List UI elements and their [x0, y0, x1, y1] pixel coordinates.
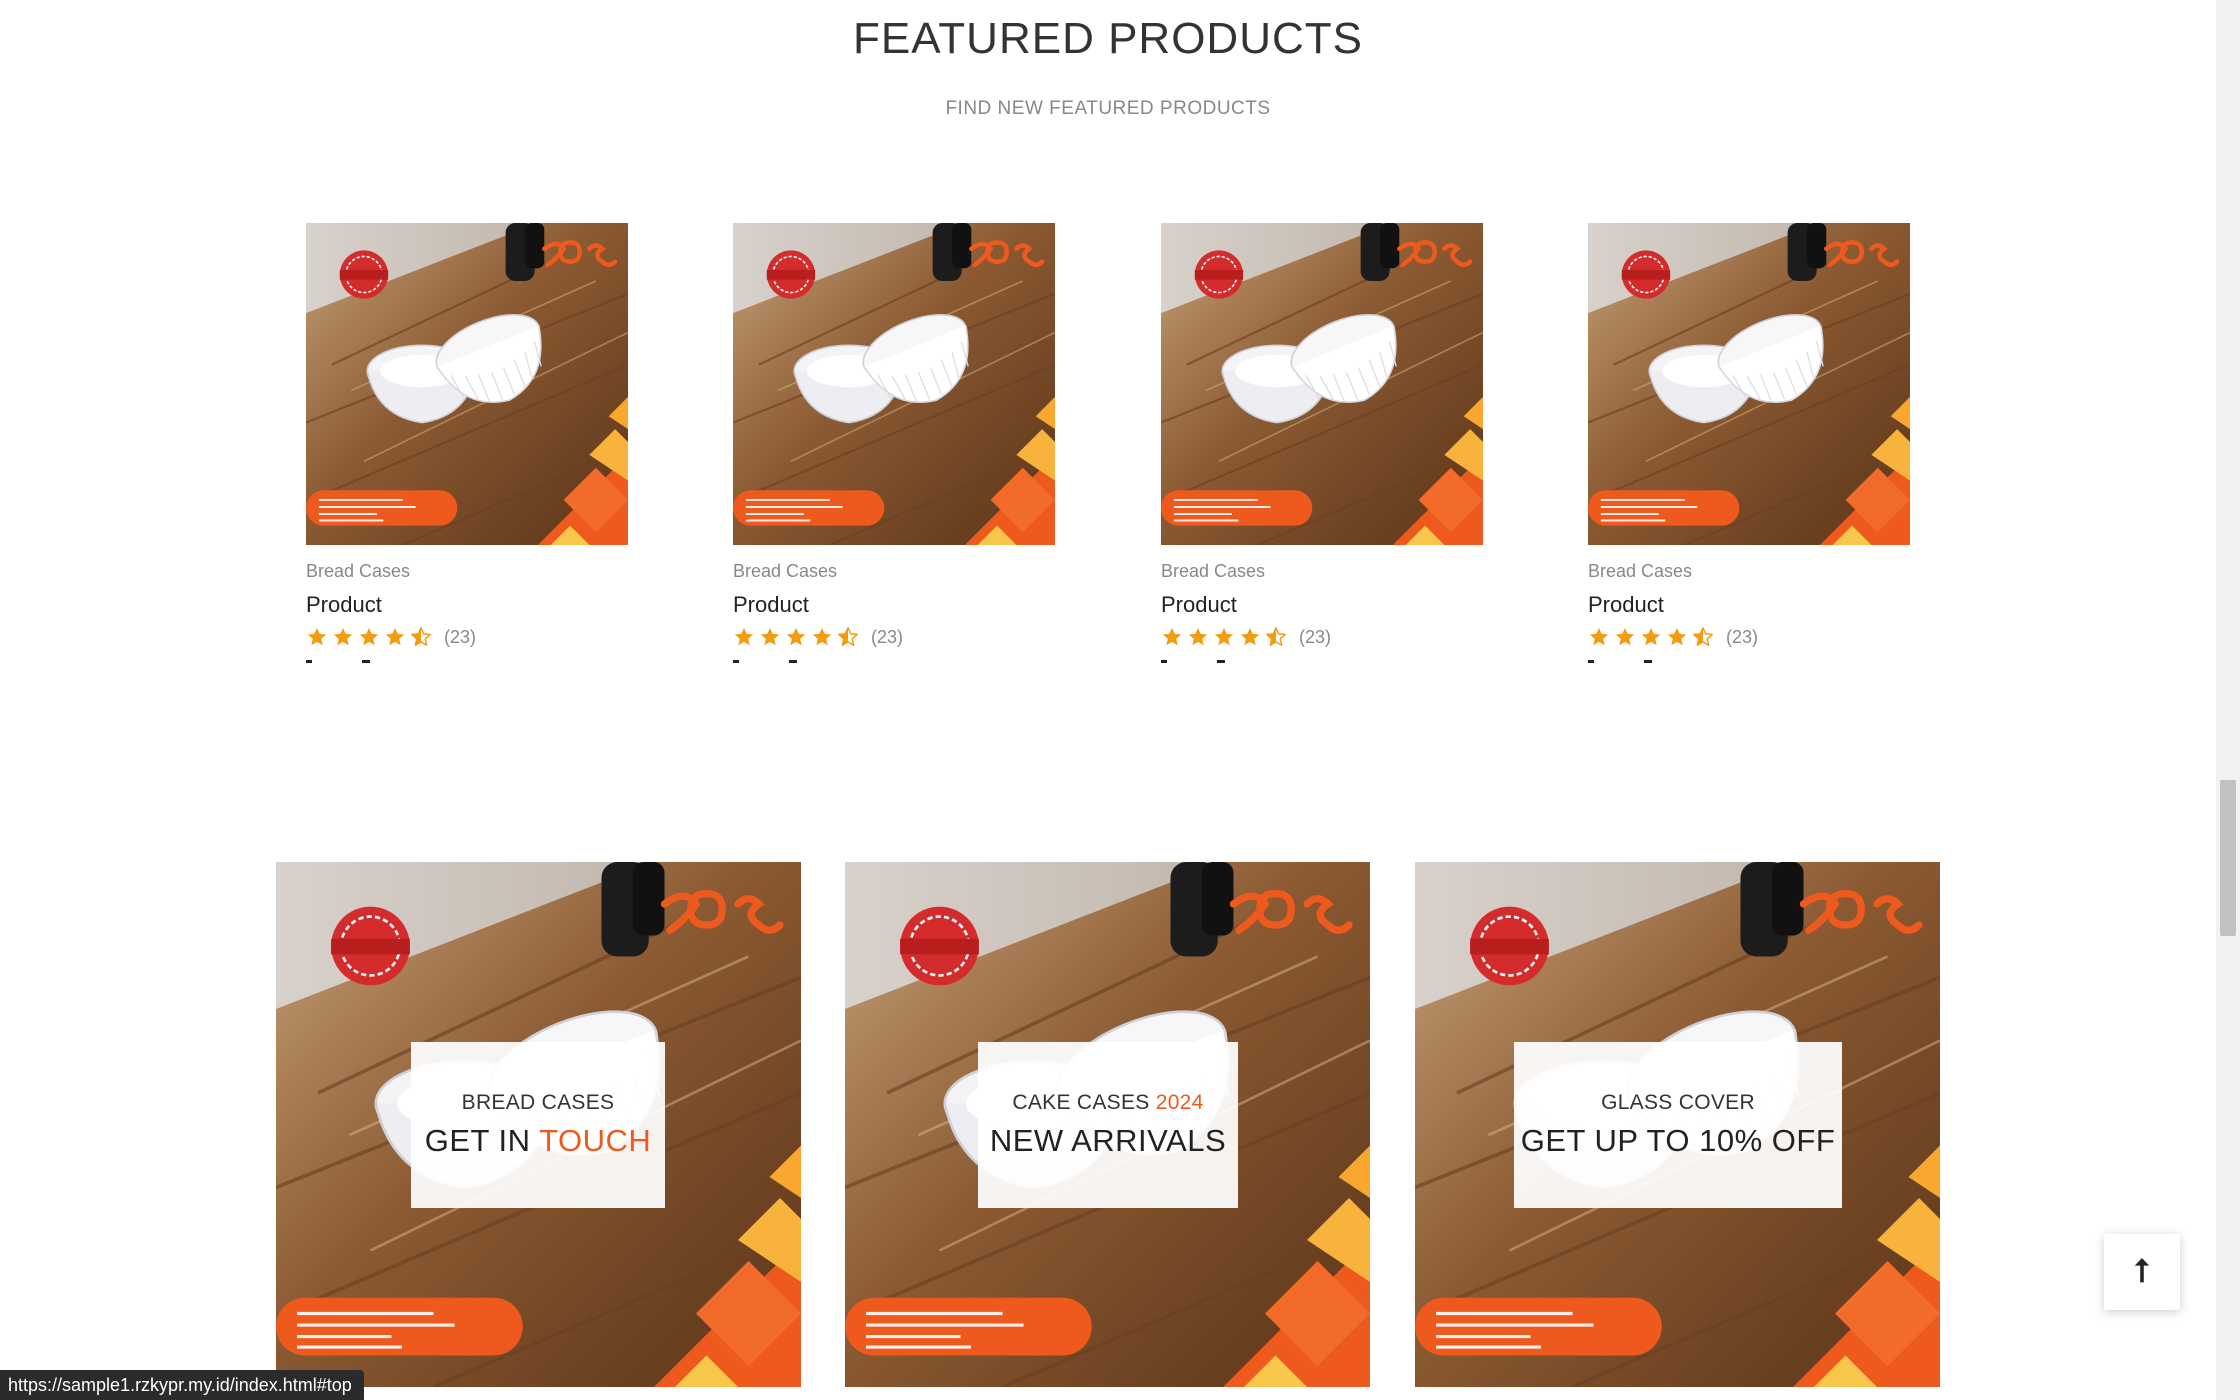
- banner-title: GET UP TO 10% OFF: [1520, 1123, 1836, 1158]
- star-half-icon: [837, 626, 859, 648]
- product-image[interactable]: [1588, 223, 1910, 545]
- product-price: [733, 660, 1055, 664]
- star-icon: [1161, 626, 1183, 648]
- star-icon: [1213, 626, 1235, 648]
- product-image[interactable]: [1161, 223, 1483, 545]
- star-half-icon: [1692, 626, 1714, 648]
- banner-caption: BREAD CASES GET IN TOUCH: [411, 1042, 665, 1208]
- star-icon: [306, 626, 328, 648]
- section-subtitle: FIND NEW FEATURED PRODUCTS: [945, 98, 1271, 119]
- product-name[interactable]: Product: [306, 592, 628, 618]
- product-category[interactable]: Bread Cases: [1588, 561, 1910, 582]
- star-icon: [733, 626, 755, 648]
- product-price: [1161, 660, 1483, 664]
- review-count: (23): [444, 626, 477, 647]
- banner-cake-cases[interactable]: CAKE CASES 2024 NEW ARRIVALS: [845, 862, 1370, 1387]
- banner-subtitle: BREAD CASES: [461, 1091, 615, 1114]
- star-icon: [384, 626, 406, 648]
- review-count: (23): [1299, 626, 1332, 647]
- banner-glass-cover[interactable]: GLASS COVER GET UP TO 10% OFF: [1415, 862, 1940, 1387]
- product-name[interactable]: Product: [733, 592, 1055, 618]
- product-image[interactable]: [733, 223, 1055, 545]
- banner-caption: CAKE CASES 2024 NEW ARRIVALS: [978, 1042, 1238, 1208]
- star-half-icon: [1265, 626, 1287, 648]
- arrow-up-icon: ⭡: [2134, 1253, 2150, 1289]
- banner-title: NEW ARRIVALS: [989, 1123, 1227, 1158]
- product-name[interactable]: Product: [1161, 592, 1483, 618]
- banner-subtitle: CAKE CASES 2024: [1012, 1091, 1204, 1114]
- product-price: [306, 660, 628, 664]
- vertical-scrollbar[interactable]: [2216, 0, 2240, 1400]
- banner-subtitle: GLASS COVER: [1601, 1091, 1755, 1114]
- product-category[interactable]: Bread Cases: [733, 561, 1055, 582]
- back-to-top-button[interactable]: ⭡: [2104, 1234, 2180, 1310]
- product-name[interactable]: Product: [1588, 592, 1910, 618]
- section-title: FEATURED PRODUCTS: [853, 14, 1363, 63]
- review-count: (23): [871, 626, 904, 647]
- star-icon: [1187, 626, 1209, 648]
- star-icon: [1614, 626, 1636, 648]
- star-icon: [811, 626, 833, 648]
- product-card[interactable]: Bread Cases Product (23): [733, 223, 1055, 664]
- product-card[interactable]: Bread Cases Product (23): [1161, 223, 1483, 664]
- product-card[interactable]: Bread Cases Product (23): [1588, 223, 1910, 664]
- product-category[interactable]: Bread Cases: [1161, 561, 1483, 582]
- product-card[interactable]: Bread Cases Product (23): [306, 223, 628, 664]
- review-count: (23): [1726, 626, 1759, 647]
- star-icon: [1239, 626, 1261, 648]
- scrollbar-thumb[interactable]: [2220, 780, 2236, 936]
- star-icon: [358, 626, 380, 648]
- product-rating: (23): [306, 626, 628, 648]
- product-rating: (23): [1588, 626, 1910, 648]
- banner-caption: GLASS COVER GET UP TO 10% OFF: [1514, 1042, 1842, 1208]
- product-image[interactable]: [306, 223, 628, 545]
- star-half-icon: [410, 626, 432, 648]
- status-bar-url: https://sample1.rzkypr.my.id/index.html#…: [0, 1370, 364, 1400]
- page: FEATURED PRODUCTS FIND NEW FEATURED PROD…: [0, 0, 2216, 1400]
- star-icon: [759, 626, 781, 648]
- product-price: [1588, 660, 1910, 664]
- star-icon: [785, 626, 807, 648]
- star-icon: [1640, 626, 1662, 648]
- star-icon: [1666, 626, 1688, 648]
- product-rating: (23): [733, 626, 1055, 648]
- star-icon: [332, 626, 354, 648]
- product-rating: (23): [1161, 626, 1483, 648]
- product-category[interactable]: Bread Cases: [306, 561, 628, 582]
- banner-title: GET IN TOUCH: [424, 1123, 652, 1158]
- star-icon: [1588, 626, 1610, 648]
- banner-bread-cases[interactable]: BREAD CASES GET IN TOUCH: [276, 862, 801, 1387]
